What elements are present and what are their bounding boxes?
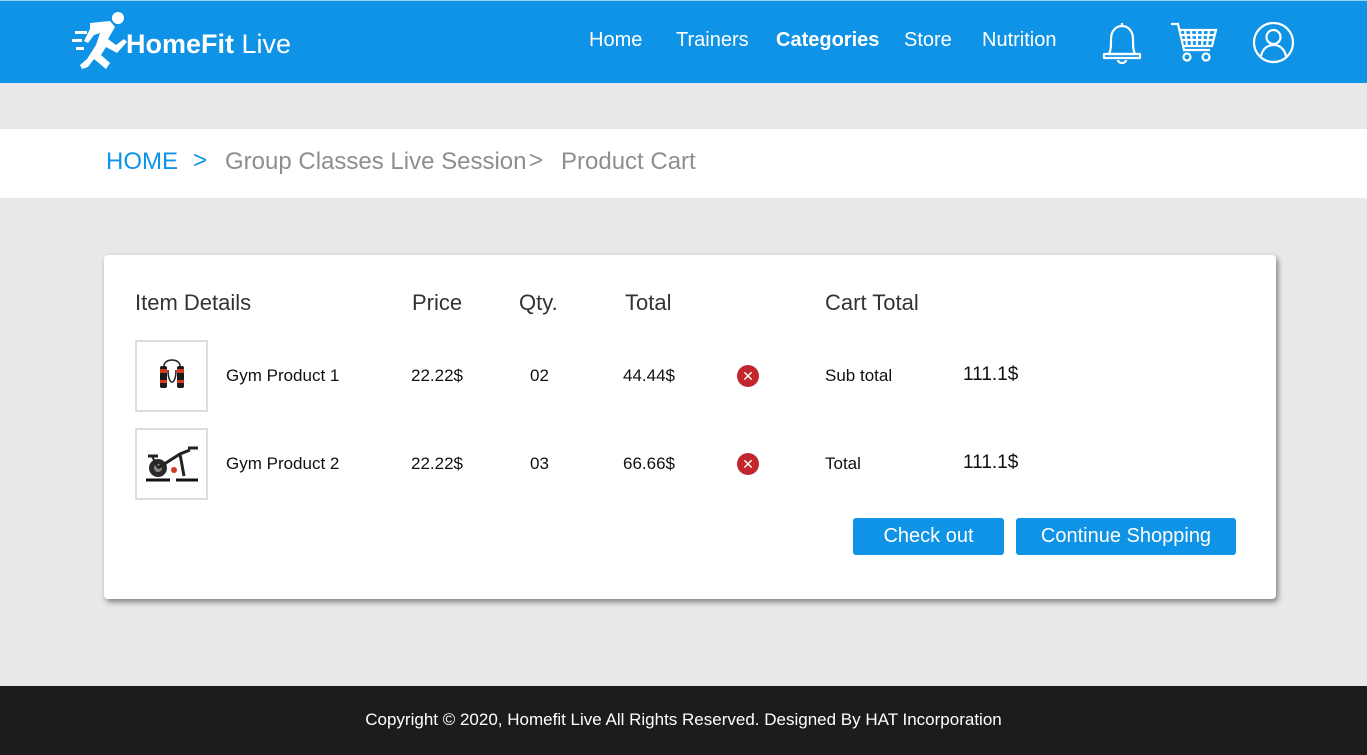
- continue-shopping-button[interactable]: Continue Shopping: [1016, 518, 1236, 555]
- product-qty[interactable]: 03: [530, 454, 549, 474]
- breadcrumb: HOME > Group Classes Live Session > Prod…: [0, 129, 1367, 198]
- header-cart-total: Cart Total: [825, 290, 919, 315]
- subtotal-label: Sub total: [825, 366, 893, 385]
- product-name[interactable]: Gym Product 1: [226, 366, 339, 386]
- nav-item-categories[interactable]: Categories: [776, 29, 879, 52]
- user-icon[interactable]: [1252, 21, 1295, 64]
- brand-name-bold: HomeFit: [126, 28, 234, 59]
- cart-icon[interactable]: [1170, 21, 1218, 64]
- breadcrumb-current: Product Cart: [561, 148, 696, 175]
- header-total: Total: [625, 290, 672, 315]
- bell-icon[interactable]: [1101, 20, 1143, 64]
- breadcrumb-home[interactable]: HOME: [106, 148, 178, 176]
- breadcrumb-group-classes[interactable]: Group Classes Live Session: [225, 148, 526, 176]
- breadcrumb-separator: >: [529, 147, 544, 174]
- product-price: 22.22$: [411, 366, 463, 385]
- header-qty: Qty.: [519, 290, 558, 315]
- header-item-details: Item Details: [135, 290, 252, 315]
- total-value: 111.1$: [963, 452, 1019, 473]
- runner-icon: [72, 12, 127, 69]
- breadcrumb-separator: >: [193, 147, 208, 174]
- nav-item-home[interactable]: Home: [589, 29, 642, 52]
- product-thumbnail[interactable]: [135, 428, 208, 500]
- product-price: 22.22$: [411, 454, 463, 473]
- header-price: Price: [412, 290, 463, 315]
- brand-name-light: Live: [241, 28, 292, 59]
- product-qty[interactable]: 02: [530, 366, 549, 386]
- brand-name: HomeFit Live: [126, 29, 291, 60]
- subtotal-value: 111.1$: [963, 364, 1019, 385]
- product-total: 66.66$: [623, 454, 675, 473]
- top-navbar: HomeFit Live Home Trainers Categories St…: [0, 0, 1367, 83]
- checkout-button[interactable]: Check out: [853, 518, 1004, 555]
- jump-rope-image: [159, 359, 184, 388]
- remove-item-icon[interactable]: ✕: [737, 365, 759, 387]
- nav-item-trainers[interactable]: Trainers: [676, 29, 749, 52]
- exercise-bike-image: [145, 446, 198, 482]
- product-total: 44.44$: [623, 366, 675, 385]
- footer: Copyright © 2020, Homefit Live All Right…: [0, 686, 1367, 755]
- copyright-text: Copyright © 2020, Homefit Live All Right…: [365, 710, 1002, 729]
- cart-card: Item Details Price Qty. Total Cart Total…: [104, 255, 1276, 599]
- product-thumbnail[interactable]: [135, 340, 208, 412]
- nav-item-nutrition[interactable]: Nutrition: [982, 29, 1056, 52]
- brand-logo[interactable]: HomeFit Live: [70, 9, 291, 75]
- total-label: Total: [825, 454, 861, 473]
- nav-item-store[interactable]: Store: [904, 29, 952, 52]
- remove-item-icon[interactable]: ✕: [737, 453, 759, 475]
- product-name[interactable]: Gym Product 2: [226, 454, 339, 474]
